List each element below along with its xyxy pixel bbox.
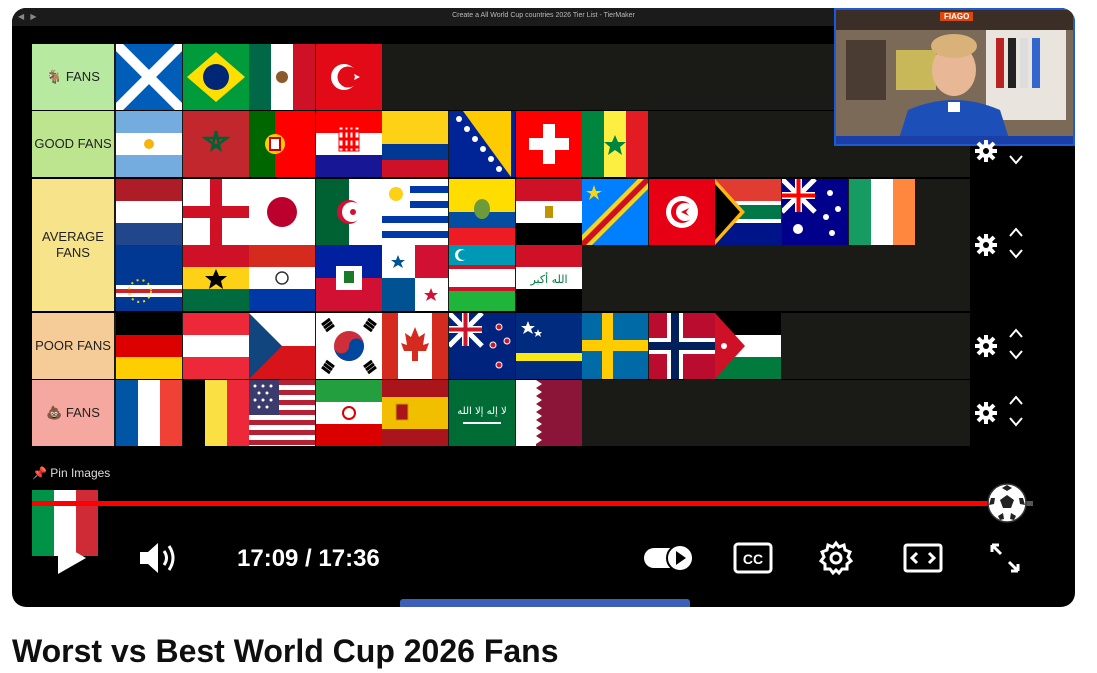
tier-settings-gear-icon[interactable] xyxy=(974,139,998,163)
flag-algeria[interactable] xyxy=(315,179,382,245)
flag-switzerland[interactable] xyxy=(515,111,582,177)
tier-row-controls xyxy=(974,388,1034,438)
flag-usa[interactable] xyxy=(249,380,316,446)
flag-colombia[interactable] xyxy=(382,111,449,177)
flag-portugal[interactable] xyxy=(249,111,316,177)
svg-text:الله أكبر: الله أكبر xyxy=(529,272,567,286)
tier-label[interactable]: 🐐 FANS xyxy=(32,44,114,110)
move-tier-down-icon[interactable] xyxy=(1008,416,1024,428)
flag-england[interactable] xyxy=(182,179,249,245)
flag-canada[interactable] xyxy=(382,313,449,379)
flag-australia[interactable] xyxy=(782,179,848,245)
flag-drcongo[interactable] xyxy=(582,179,649,245)
flag-netherlands[interactable] xyxy=(116,179,182,245)
flag-southafrica[interactable] xyxy=(715,179,782,245)
flag-southkorea[interactable] xyxy=(315,313,382,379)
flag-jordan[interactable] xyxy=(715,313,782,379)
flag-capeverde[interactable] xyxy=(116,245,182,311)
flag-uruguay[interactable] xyxy=(382,179,449,245)
flag-iran[interactable] xyxy=(315,380,382,446)
streamer-image xyxy=(836,10,1073,144)
flag-ghana[interactable] xyxy=(182,245,249,311)
flag-turkey[interactable] xyxy=(315,44,382,110)
flag-egypt[interactable] xyxy=(515,179,582,245)
page-scroll-thumb[interactable] xyxy=(400,599,690,607)
flag-belgium[interactable] xyxy=(182,380,249,446)
flag-newzealand[interactable] xyxy=(449,313,515,379)
flag-sweden[interactable] xyxy=(582,313,649,379)
autoplay-toggle-icon[interactable] xyxy=(642,543,698,573)
tier-label[interactable]: 💩 FANS xyxy=(32,380,114,446)
flag-senegal[interactable] xyxy=(582,111,649,177)
tier-label[interactable]: AVERAGE FANS xyxy=(32,179,114,311)
flag-haiti[interactable] xyxy=(315,245,382,311)
flag-mexico[interactable] xyxy=(249,44,316,110)
flag-saudi[interactable]: لا إله إلا الله xyxy=(449,380,515,446)
tier-row-controls xyxy=(974,220,1034,270)
flag-ireland[interactable] xyxy=(848,179,915,245)
flag-scotland[interactable] xyxy=(116,44,182,110)
flag-norway[interactable] xyxy=(648,313,715,379)
flag-spain[interactable] xyxy=(382,380,449,446)
tier-row: 🐐 FANS xyxy=(32,44,970,110)
move-tier-up-icon[interactable] xyxy=(1008,327,1024,339)
flag-qatar[interactable] xyxy=(515,380,582,446)
tier-settings-gear-icon[interactable] xyxy=(974,334,998,358)
flag-uzbekistan[interactable] xyxy=(449,245,515,311)
tier-row-controls xyxy=(974,321,1034,371)
move-tier-up-icon[interactable] xyxy=(1008,226,1024,238)
flag-iraq[interactable]: الله أكبر xyxy=(515,245,582,311)
tier-settings-gear-icon[interactable] xyxy=(974,233,998,257)
tier-row: POOR FANS xyxy=(32,313,970,379)
flag-ecuador[interactable] xyxy=(449,179,515,245)
video-player[interactable]: ◀ ▶ Create a All World Cup countries 202… xyxy=(12,8,1075,607)
cc-icon[interactable]: CC xyxy=(732,541,774,575)
tier-label[interactable]: GOOD FANS xyxy=(32,111,114,177)
flag-argentina[interactable] xyxy=(116,111,182,177)
progress-bar[interactable] xyxy=(32,501,1033,506)
video-title: Worst vs Best World Cup 2026 Fans xyxy=(12,633,559,669)
tier-row: 💩 FANS لا إله إلا الله xyxy=(32,380,970,446)
flag-japan[interactable] xyxy=(249,179,316,245)
tier-settings-gear-icon[interactable] xyxy=(974,401,998,425)
flag-brazil[interactable] xyxy=(182,44,249,110)
flag-austria[interactable] xyxy=(182,313,249,379)
flag-morocco[interactable] xyxy=(182,111,249,177)
tier-row: AVERAGE FANS الله أكبر xyxy=(32,179,970,311)
move-tier-up-icon[interactable] xyxy=(1008,394,1024,406)
pin-images-toggle[interactable]: 📌 Pin Images xyxy=(32,466,110,480)
tier-row: GOOD FANS xyxy=(32,111,970,177)
svg-text:لا إله إلا الله: لا إله إلا الله xyxy=(457,406,506,417)
theater-mode-icon[interactable] xyxy=(902,542,944,574)
flag-czechia[interactable] xyxy=(249,313,316,379)
move-tier-down-icon[interactable] xyxy=(1008,154,1024,166)
svg-text:CC: CC xyxy=(743,551,763,567)
tier-label[interactable]: POOR FANS xyxy=(32,313,114,379)
time-display: 17:09 / 17:36 xyxy=(237,545,380,572)
settings-gear-icon[interactable] xyxy=(818,540,854,576)
move-tier-down-icon[interactable] xyxy=(1008,248,1024,260)
play-icon[interactable] xyxy=(52,539,90,577)
flag-curacao[interactable] xyxy=(515,313,582,379)
progress-bar-played xyxy=(32,501,1007,506)
volume-icon[interactable] xyxy=(138,539,182,577)
webcam-overlay: FIAGO xyxy=(834,8,1075,146)
flag-panama[interactable] xyxy=(382,245,449,311)
flag-france[interactable] xyxy=(116,380,182,446)
move-tier-down-icon[interactable] xyxy=(1008,349,1024,361)
flag-croatia[interactable] xyxy=(315,111,382,177)
tier-row-controls xyxy=(974,126,1034,176)
flag-tunisia[interactable] xyxy=(648,179,715,245)
soccer-ball-scrubber-icon[interactable] xyxy=(986,482,1028,524)
flag-germany[interactable] xyxy=(116,313,182,379)
fullscreen-icon[interactable] xyxy=(988,541,1022,575)
webcam-badge: FIAGO xyxy=(940,12,974,21)
flag-bosnia[interactable] xyxy=(449,111,515,177)
flag-paraguay[interactable] xyxy=(249,245,316,311)
